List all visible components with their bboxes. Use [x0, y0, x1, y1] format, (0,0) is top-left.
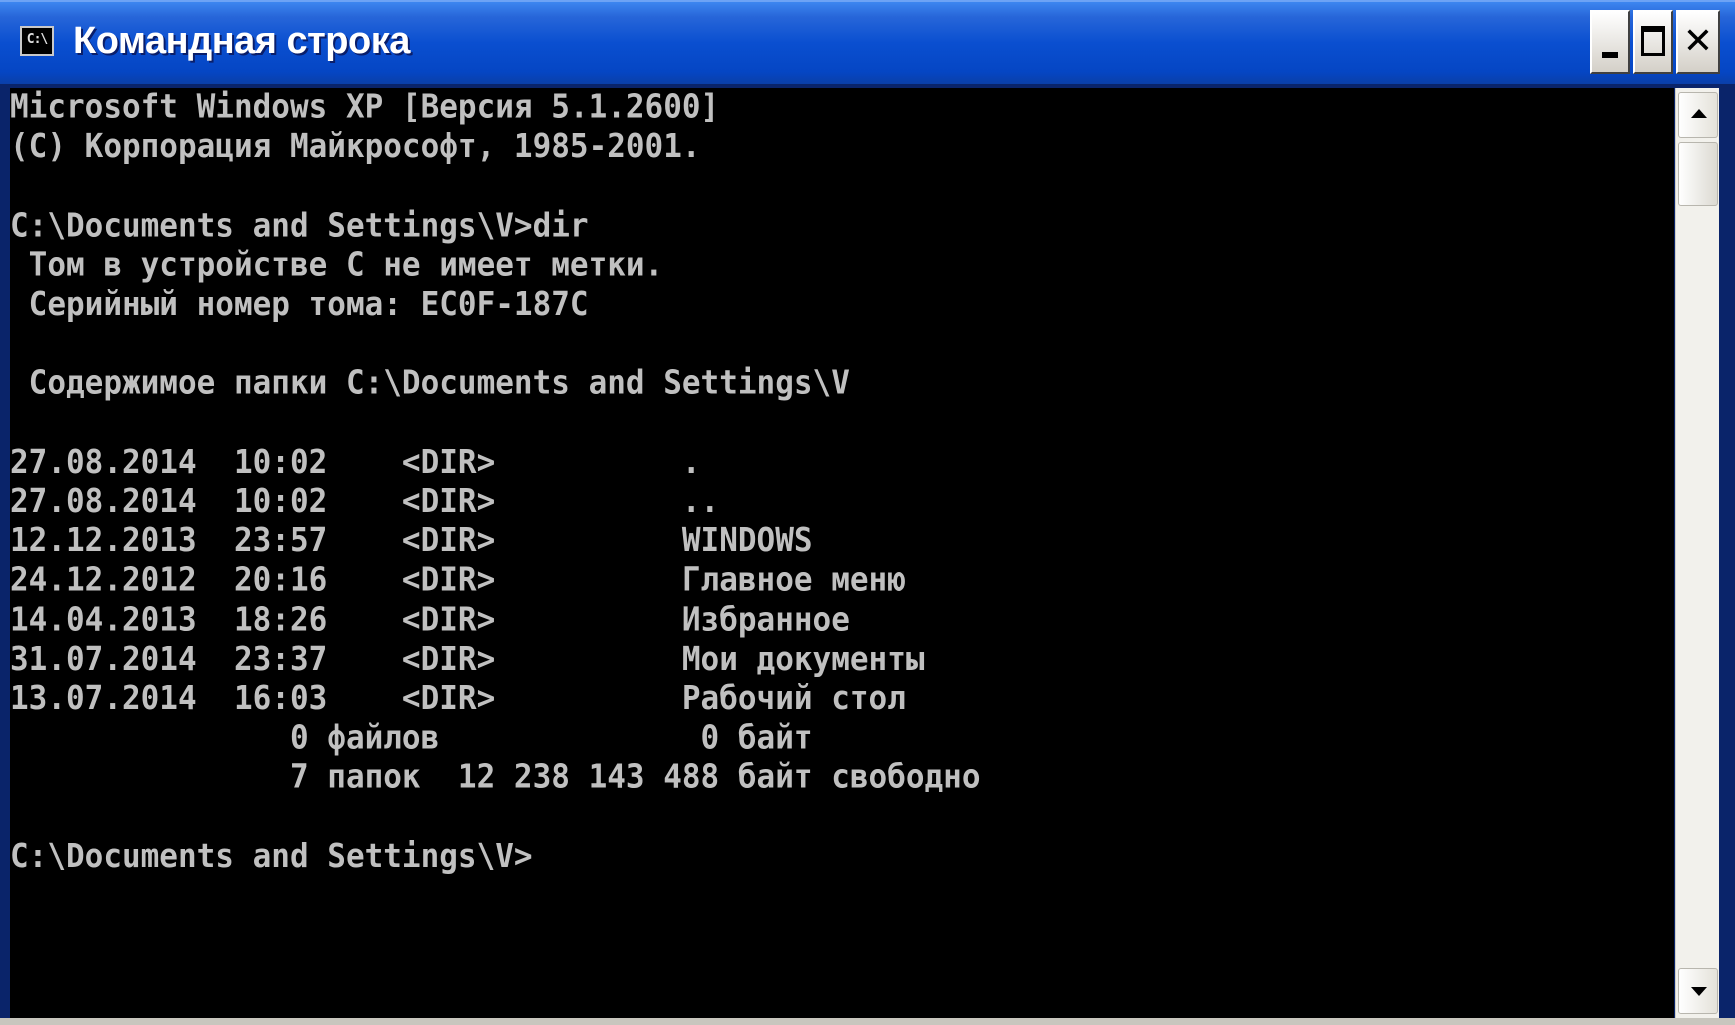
console-line: 27.08.2014 10:02 <DIR> .: [10, 442, 701, 482]
scroll-up-button[interactable]: [1678, 92, 1718, 138]
minimize-icon: [1602, 52, 1618, 58]
console-line: 12.12.2013 23:57 <DIR> WINDOWS: [10, 521, 813, 560]
command-prompt-window: C:\ Командная строка ✕ Microsoft Windows…: [0, 0, 1735, 1025]
console-text: Microsoft Windows XP [Версия 5.1.2600] (…: [10, 88, 981, 877]
console-line: Том в устройстве C не имеет метки.: [10, 245, 664, 284]
title-bar[interactable]: C:\ Командная строка ✕: [0, 0, 1735, 84]
window-title: Командная строка: [73, 20, 410, 62]
console-line: Содержимое папки C:\Documents and Settin…: [10, 364, 850, 403]
console-line: 14.04.2013 18:26 <DIR> Избранное: [10, 600, 850, 639]
minimize-button[interactable]: [1590, 10, 1630, 74]
console-line: 31.07.2014 23:37 <DIR> Мои документы: [10, 640, 925, 679]
console-line: Microsoft Windows XP [Версия 5.1.2600]: [10, 88, 720, 127]
close-button[interactable]: ✕: [1676, 10, 1720, 74]
console-line: 7 папок 12 238 143 488 байт свободно: [10, 758, 981, 797]
cmd-icon[interactable]: C:\: [20, 26, 54, 56]
console-line: C:\Documents and Settings\V>: [10, 837, 533, 876]
maximize-button[interactable]: [1633, 10, 1673, 74]
scroll-down-arrow-icon: [1691, 987, 1707, 996]
console-line: (C) Корпорация Майкрософт, 1985-2001.: [10, 127, 701, 166]
scroll-thumb[interactable]: [1678, 142, 1718, 206]
scroll-down-button[interactable]: [1678, 968, 1718, 1014]
console-line: 24.12.2012 20:16 <DIR> Главное меню: [10, 561, 906, 600]
console-line: C:\Documents and Settings\V>dir: [10, 206, 589, 245]
scroll-up-arrow-icon: [1691, 109, 1707, 118]
console-output[interactable]: Microsoft Windows XP [Версия 5.1.2600] (…: [10, 88, 1674, 1018]
maximize-icon: [1641, 26, 1665, 56]
close-icon: ✕: [1682, 21, 1714, 62]
console-line: 27.08.2014 10:02 <DIR> ..: [10, 482, 720, 521]
console-line: 13.07.2014 16:03 <DIR> Рабочий стол: [10, 679, 906, 718]
vertical-scrollbar[interactable]: [1675, 88, 1719, 1018]
window-bottom-border: [0, 1018, 1735, 1025]
console-line: Серийный номер тома: EC0F-187C: [10, 285, 589, 324]
console-line: 0 файлов 0 байт: [10, 718, 813, 758]
